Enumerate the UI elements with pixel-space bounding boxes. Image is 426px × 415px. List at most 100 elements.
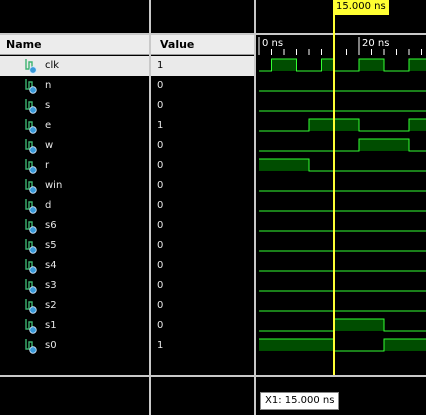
value-panel: Value 1 0 0 1 0 0 0 0 0 0 0 0 0 0 1	[151, 0, 254, 415]
value-row-w[interactable]: 0	[151, 136, 254, 156]
signal-icon	[25, 59, 37, 74]
high-level-fill	[334, 319, 384, 331]
footer-divider	[0, 375, 149, 377]
high-level-fill	[359, 139, 409, 151]
signal-row-clk[interactable]: clk	[0, 56, 149, 76]
signal-value: 0	[157, 180, 164, 191]
signal-name: w	[45, 140, 54, 151]
waveform-r	[259, 158, 426, 172]
signal-value: 1	[157, 120, 164, 131]
high-level-fill	[409, 119, 426, 131]
value-row-s6[interactable]: 0	[151, 216, 254, 236]
waveform-area[interactable]	[256, 55, 426, 355]
time-ruler[interactable]: 0 ns 20 ns	[256, 35, 426, 55]
value-row-win[interactable]: 0	[151, 176, 254, 196]
ruler-tick-label: 20 ns	[362, 38, 390, 49]
signal-name: clk	[45, 60, 60, 71]
signal-icon	[25, 339, 37, 354]
signal-row-s4[interactable]: s4	[0, 256, 149, 276]
waveform-w	[259, 138, 426, 152]
waveform-s1	[259, 318, 426, 332]
signal-value: 0	[157, 300, 164, 311]
footer-divider	[151, 375, 254, 377]
signal-value: 0	[157, 100, 164, 111]
name-column-header[interactable]: Name	[0, 35, 149, 55]
signal-name: s3	[45, 280, 57, 291]
signal-row-s0[interactable]: s0	[0, 336, 149, 356]
signal-icon	[25, 199, 37, 214]
signal-name: s4	[45, 260, 57, 271]
high-level-fill	[271, 59, 297, 71]
value-row-n[interactable]: 0	[151, 76, 254, 96]
signal-value: 1	[157, 340, 164, 351]
name-column-label: Name	[6, 38, 42, 51]
high-level-fill	[259, 159, 309, 171]
signal-name: e	[45, 120, 52, 131]
value-row-s[interactable]: 0	[151, 96, 254, 116]
signal-row-n[interactable]: n	[0, 76, 149, 96]
signal-name: s6	[45, 220, 57, 231]
signal-row-s6[interactable]: s6	[0, 216, 149, 236]
signal-row-d[interactable]: d	[0, 196, 149, 216]
signal-icon	[25, 119, 37, 134]
value-row-clk[interactable]: 1	[151, 56, 254, 76]
signal-icon	[25, 99, 37, 114]
signal-row-s5[interactable]: s5	[0, 236, 149, 256]
value-column-label: Value	[160, 38, 195, 51]
high-level-fill	[409, 59, 426, 71]
signal-value: 0	[157, 320, 164, 331]
signal-value: 0	[157, 160, 164, 171]
signal-name: win	[45, 180, 63, 191]
waveform-e	[259, 118, 426, 132]
value-row-s2[interactable]: 0	[151, 296, 254, 316]
signal-name: s2	[45, 300, 57, 311]
signal-icon	[25, 139, 37, 154]
high-level-fill	[259, 339, 334, 351]
ruler-tick-label: 0 ns	[262, 38, 284, 49]
value-row-s3[interactable]: 0	[151, 276, 254, 296]
value-column-header[interactable]: Value	[151, 35, 254, 55]
x1-marker-label: X1: 15.000 ns	[260, 392, 340, 410]
signal-row-win[interactable]: win	[0, 176, 149, 196]
signal-row-e[interactable]: e	[0, 116, 149, 136]
value-row-e[interactable]: 1	[151, 116, 254, 136]
signal-value: 0	[157, 140, 164, 151]
signal-row-s2[interactable]: s2	[0, 296, 149, 316]
name-panel: Name clk n s e w r win d s6 s5 s4 s3 s2 s1 s0	[0, 0, 149, 415]
signal-row-r[interactable]: r	[0, 156, 149, 176]
time-cursor[interactable]	[333, 0, 335, 377]
signal-value: 0	[157, 240, 164, 251]
signal-row-s[interactable]: s	[0, 96, 149, 116]
signal-value: 0	[157, 80, 164, 91]
signal-value: 0	[157, 260, 164, 271]
signal-icon	[25, 299, 37, 314]
ruler-tick-marks	[258, 37, 422, 55]
signal-row-s1[interactable]: s1	[0, 316, 149, 336]
signal-name: r	[45, 160, 50, 171]
value-row-r[interactable]: 0	[151, 156, 254, 176]
value-row-s5[interactable]: 0	[151, 236, 254, 256]
signal-row-s3[interactable]: s3	[0, 276, 149, 296]
signal-icon	[25, 279, 37, 294]
waveform-s0	[259, 338, 426, 352]
waveform-panel[interactable]: 0 ns 20 ns 15.000 ns X1: 15.000 ns	[256, 0, 426, 415]
footer-divider	[256, 375, 426, 377]
signal-value: 1	[157, 60, 164, 71]
signal-row-w[interactable]: w	[0, 136, 149, 156]
value-row-d[interactable]: 0	[151, 196, 254, 216]
value-row-s4[interactable]: 0	[151, 256, 254, 276]
cursor-time-label[interactable]: 15.000 ns	[333, 0, 389, 15]
value-row-s0[interactable]: 1	[151, 336, 254, 356]
signal-name: s1	[45, 320, 57, 331]
high-level-fill	[384, 339, 426, 351]
signal-icon	[25, 79, 37, 94]
signal-value: 0	[157, 200, 164, 211]
high-level-fill	[359, 59, 384, 71]
signal-icon	[25, 259, 37, 274]
signal-name: d	[45, 200, 52, 211]
signal-name: s	[45, 100, 51, 111]
signal-value: 0	[157, 220, 164, 231]
signal-icon	[25, 219, 37, 234]
signal-icon	[25, 179, 37, 194]
value-row-s1[interactable]: 0	[151, 316, 254, 336]
